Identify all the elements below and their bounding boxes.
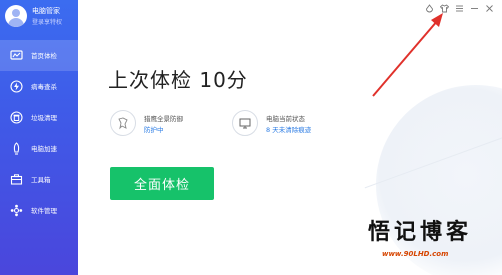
sidebar-item-label: 病毒查杀 xyxy=(31,83,57,91)
sidebar-item-cleanup[interactable]: 垃圾清理 xyxy=(0,102,78,133)
sidebar-item-label: 首页体检 xyxy=(31,52,57,60)
sidebar-item-home-checkup[interactable]: 首页体检 xyxy=(0,40,78,71)
defense-status[interactable]: 猎鹰全景防御 防护中 xyxy=(110,110,210,138)
shirt-icon[interactable] xyxy=(440,3,449,13)
lightning-icon xyxy=(10,80,23,93)
status-icon-circle xyxy=(110,110,136,136)
login-link[interactable]: 登录享特权 xyxy=(32,17,62,26)
rocket-icon xyxy=(13,142,20,155)
status-value[interactable]: 8 天未清除痕迹 xyxy=(266,124,311,134)
sidebar-item-label: 软件管理 xyxy=(31,207,57,215)
sidebar-item-label: 垃圾清理 xyxy=(31,114,57,122)
user-name: 电脑管家 xyxy=(32,7,60,15)
watermark-url: www.90LHD.com xyxy=(382,250,449,258)
watermark: 悟记博客 www.90LHD.com xyxy=(368,214,496,270)
page-title: 上次体检 10分 xyxy=(108,68,248,92)
skin-icon[interactable] xyxy=(425,3,434,13)
apps-icon xyxy=(10,204,23,217)
minimize-icon[interactable] xyxy=(470,4,479,13)
user-panel[interactable]: 电脑管家 登录享特权 xyxy=(0,0,78,34)
sidebar-item-software[interactable]: 软件管理 xyxy=(0,195,78,226)
status-value[interactable]: 防护中 xyxy=(144,124,164,134)
sidebar-item-toolbox[interactable]: 工具箱 xyxy=(0,164,78,195)
status-label: 电脑当前状态 xyxy=(266,115,305,123)
sidebar: 电脑管家 登录享特权 首页体检 病毒查杀 垃圾清理 电脑加速 工具箱 软件管理 xyxy=(0,0,78,275)
menu-icon[interactable] xyxy=(455,4,464,13)
app-window: 电脑管家 登录享特权 首页体检 病毒查杀 垃圾清理 电脑加速 工具箱 软件管理 … xyxy=(0,0,502,275)
watermark-text: 悟记博客 xyxy=(368,220,473,245)
monitor-icon xyxy=(239,118,251,129)
window-controls xyxy=(425,3,494,13)
sidebar-item-virus-scan[interactable]: 病毒查杀 xyxy=(0,71,78,102)
sidebar-item-label: 工具箱 xyxy=(31,176,51,184)
close-icon[interactable] xyxy=(485,4,494,13)
avatar[interactable] xyxy=(5,5,27,27)
status-label: 猎鹰全景防御 xyxy=(144,115,183,123)
status-icon-circle xyxy=(232,110,258,136)
trash-icon xyxy=(10,111,23,124)
sidebar-item-speedup[interactable]: 电脑加速 xyxy=(0,133,78,164)
shield-bird-icon xyxy=(118,117,128,130)
pc-status[interactable]: 电脑当前状态 8 天未清除痕迹 xyxy=(232,110,342,138)
sidebar-item-label: 电脑加速 xyxy=(31,145,57,153)
full-checkup-button[interactable]: 全面体检 xyxy=(110,167,214,200)
toolbox-icon xyxy=(10,174,23,185)
sidebar-nav: 首页体检 病毒查杀 垃圾清理 电脑加速 工具箱 软件管理 xyxy=(0,40,78,226)
dashboard-icon xyxy=(10,50,23,60)
